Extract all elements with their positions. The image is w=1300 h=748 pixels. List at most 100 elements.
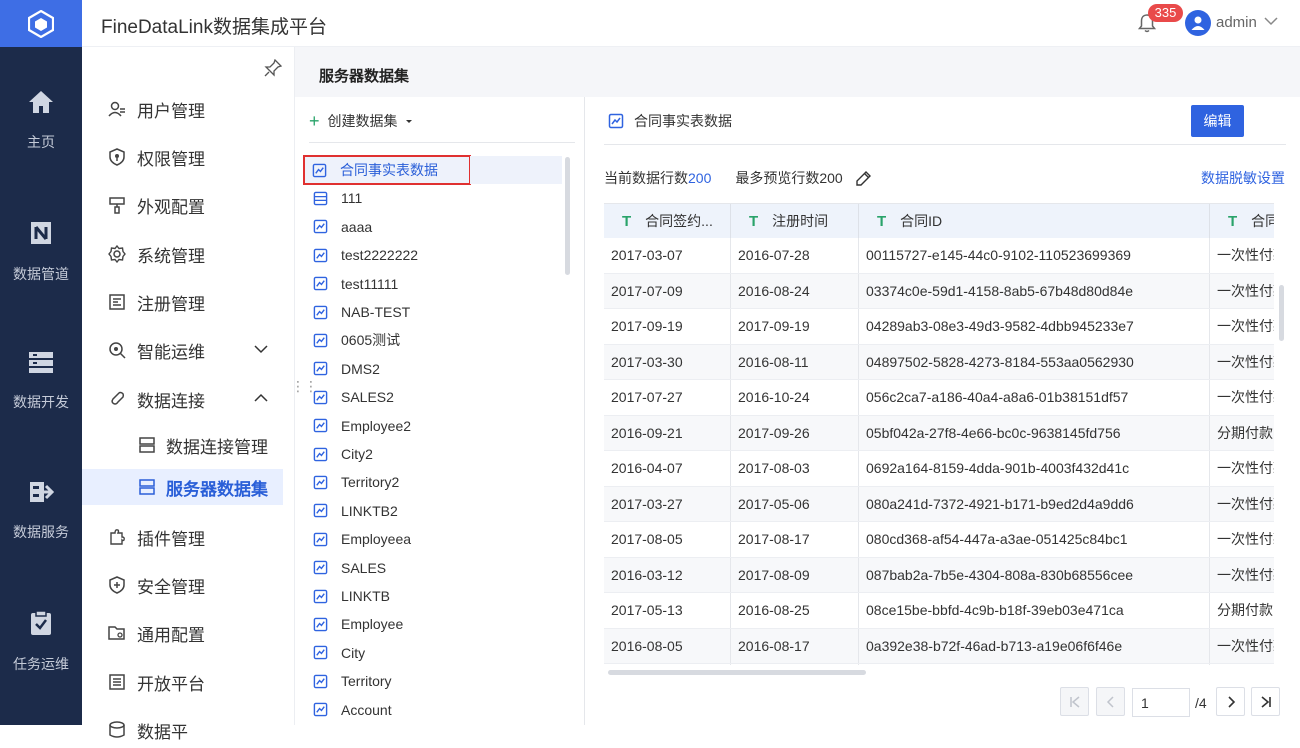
sidebar-item-general-config[interactable]: 通用配置 xyxy=(82,615,295,651)
link-icon xyxy=(111,391,125,405)
dataset-item[interactable]: SALES2 xyxy=(305,383,562,411)
text-type-icon: T xyxy=(877,212,887,230)
dataset-item[interactable]: Territory xyxy=(305,667,562,695)
last-page-button[interactable] xyxy=(1251,687,1280,716)
divider xyxy=(604,144,1286,145)
user-name[interactable]: admin xyxy=(1216,14,1257,31)
nav-label: 主页 xyxy=(27,134,55,150)
dataset-item[interactable]: Employee xyxy=(305,610,562,638)
text-type-icon: T xyxy=(1228,212,1238,230)
edit-button[interactable]: 编辑 xyxy=(1191,105,1244,137)
dataset-icon xyxy=(313,503,328,518)
dataset-item[interactable]: 合同事实表数据 xyxy=(303,155,471,185)
folder-gear-icon xyxy=(108,626,125,640)
data-masking-link[interactable]: 数据脱敏设置 xyxy=(1201,168,1285,188)
table-cell: 087bab2a-7b5e-4304-808a-830b68556cee xyxy=(859,557,1210,592)
sidebar-item-ops[interactable]: 智能运维 xyxy=(82,332,295,368)
dataset-item[interactable]: City xyxy=(305,639,562,667)
column-header[interactable]: T 注册时间 xyxy=(731,204,859,238)
dataset-item[interactable]: Employee2 xyxy=(305,412,562,440)
pin-icon[interactable] xyxy=(264,59,282,77)
table-cell: 2016-08-05 xyxy=(604,628,731,663)
dataset-list-panel: + 创建数据集 合同事实表数据 111 aaaa test2222222 test111… xyxy=(295,97,585,725)
sidebar-item-register[interactable]: 注册管理 xyxy=(82,284,295,320)
sidebar-item-label: 智能运维 xyxy=(137,342,205,362)
resize-handle[interactable]: ⋮⋮ xyxy=(291,378,318,395)
column-header-label: 注册时间 xyxy=(772,213,829,229)
dataset-item[interactable]: Territory2 xyxy=(305,468,562,496)
nav-item-home[interactable]: 主页 xyxy=(0,90,82,190)
dataset-item-label: aaaa xyxy=(341,218,373,235)
dataset-item-label: LINKTB xyxy=(341,588,391,604)
dataset-item[interactable]: 0605测试 xyxy=(305,326,562,354)
dataset-item[interactable]: NAB-TEST xyxy=(305,298,562,326)
dataset-item-label: SALES2 xyxy=(341,389,394,406)
dataset-item[interactable]: Employeea xyxy=(305,525,562,553)
sidebar-item-data[interactable]: 数据平 xyxy=(82,712,295,748)
sidebar-item-label: 外观配置 xyxy=(137,197,205,217)
dataset-icon xyxy=(313,560,328,575)
pencil-icon[interactable] xyxy=(855,170,872,187)
sidebar-item-plugins[interactable]: 插件管理 xyxy=(82,519,295,555)
table-row: 2017-07-09 2016-08-24 03374c0e-59d1-4158-8… xyxy=(604,273,1274,309)
dataset-item-label: test2222222 xyxy=(341,247,419,264)
chevron-down-icon[interactable] xyxy=(1264,16,1278,26)
column-header[interactable]: T 合同签约... xyxy=(604,204,731,238)
chevron-right-icon xyxy=(1227,695,1235,708)
next-page-button[interactable] xyxy=(1216,687,1245,716)
list-scrollbar[interactable] xyxy=(565,157,570,275)
column-header[interactable]: T 合同 xyxy=(1210,204,1274,238)
dataset-item[interactable]: LINKTB2 xyxy=(305,497,562,525)
sidebar-item-permissions[interactable]: 权限管理 xyxy=(82,139,295,175)
dataset-icon xyxy=(313,702,328,717)
dataset-item[interactable]: SALES xyxy=(305,554,562,582)
sidebar-item-appearance[interactable]: 外观配置 xyxy=(82,187,295,223)
sidebar-item-open-platform[interactable]: 开放平台 xyxy=(82,664,295,700)
dataset-item[interactable]: Account xyxy=(305,696,562,724)
avatar[interactable] xyxy=(1185,10,1211,36)
sidebar-sub-connection-manage[interactable]: 数据连接管理 xyxy=(82,427,283,463)
sidebar-item-users[interactable]: 用户管理 xyxy=(82,91,295,127)
table-cell xyxy=(859,664,1210,665)
first-page-button[interactable] xyxy=(1060,687,1089,716)
nav-item-dev[interactable]: 数据开发 xyxy=(0,350,82,450)
dataset-item[interactable]: City2 xyxy=(305,440,562,468)
sidebar-item-security[interactable]: 安全管理 xyxy=(82,567,295,603)
table-horizontal-scrollbar[interactable] xyxy=(608,670,866,675)
preview-table: T合同签约... T注册时间 T合同ID T合同 2017-03-072016-… xyxy=(604,203,1274,665)
dataset-icon xyxy=(313,418,328,433)
sidebar-item-data-connection[interactable]: 数据连接 xyxy=(82,381,295,417)
nav-item-pipeline[interactable]: 数据管道 xyxy=(0,220,82,320)
dataset-item[interactable]: LINKTB xyxy=(305,582,562,610)
nav-item-task[interactable]: 任务运维 xyxy=(0,610,82,710)
table-cell: 2017-08-17 xyxy=(731,522,859,557)
sidebar-item-system[interactable]: 系统管理 xyxy=(82,236,295,272)
chevron-down-icon[interactable] xyxy=(254,344,268,354)
dataset-icon xyxy=(313,645,328,660)
page-number-input[interactable] xyxy=(1132,688,1190,717)
column-header[interactable]: T 合同ID xyxy=(859,204,1210,238)
dataset-icon xyxy=(313,219,328,234)
table-cell: 2016-03-12 xyxy=(604,557,731,592)
dataset-item[interactable]: test2222222 xyxy=(305,241,562,269)
app-logo[interactable] xyxy=(0,0,82,47)
sidebar-item-label: 数据连接 xyxy=(137,391,205,411)
server-icon xyxy=(139,437,155,453)
sidebar-sub-server-dataset[interactable]: 服务器数据集 xyxy=(82,469,283,505)
dataset-icon xyxy=(313,248,328,263)
dataset-item-label: NAB-TEST xyxy=(341,304,411,320)
table-vertical-scrollbar[interactable] xyxy=(1279,285,1284,341)
sidebar-item-label: 数据平 xyxy=(137,722,188,742)
chevron-up-icon[interactable] xyxy=(254,393,268,403)
nav-item-service[interactable]: 数据服务 xyxy=(0,480,82,580)
sidebar-sub-label: 数据连接管理 xyxy=(166,437,268,457)
dataset-item-label: DMS2 xyxy=(341,360,380,377)
column-header-label: 合同 xyxy=(1251,213,1274,229)
dataset-item[interactable]: test11111 xyxy=(305,270,562,298)
dataset-item[interactable]: aaaa xyxy=(305,213,562,241)
prev-page-button[interactable] xyxy=(1096,687,1125,716)
dataset-item[interactable]: 111 xyxy=(305,184,562,212)
dataset-item-label: City xyxy=(341,644,366,661)
dataset-item[interactable]: DMS2 xyxy=(305,355,562,383)
create-dataset-button[interactable]: + 创建数据集 xyxy=(309,111,414,131)
